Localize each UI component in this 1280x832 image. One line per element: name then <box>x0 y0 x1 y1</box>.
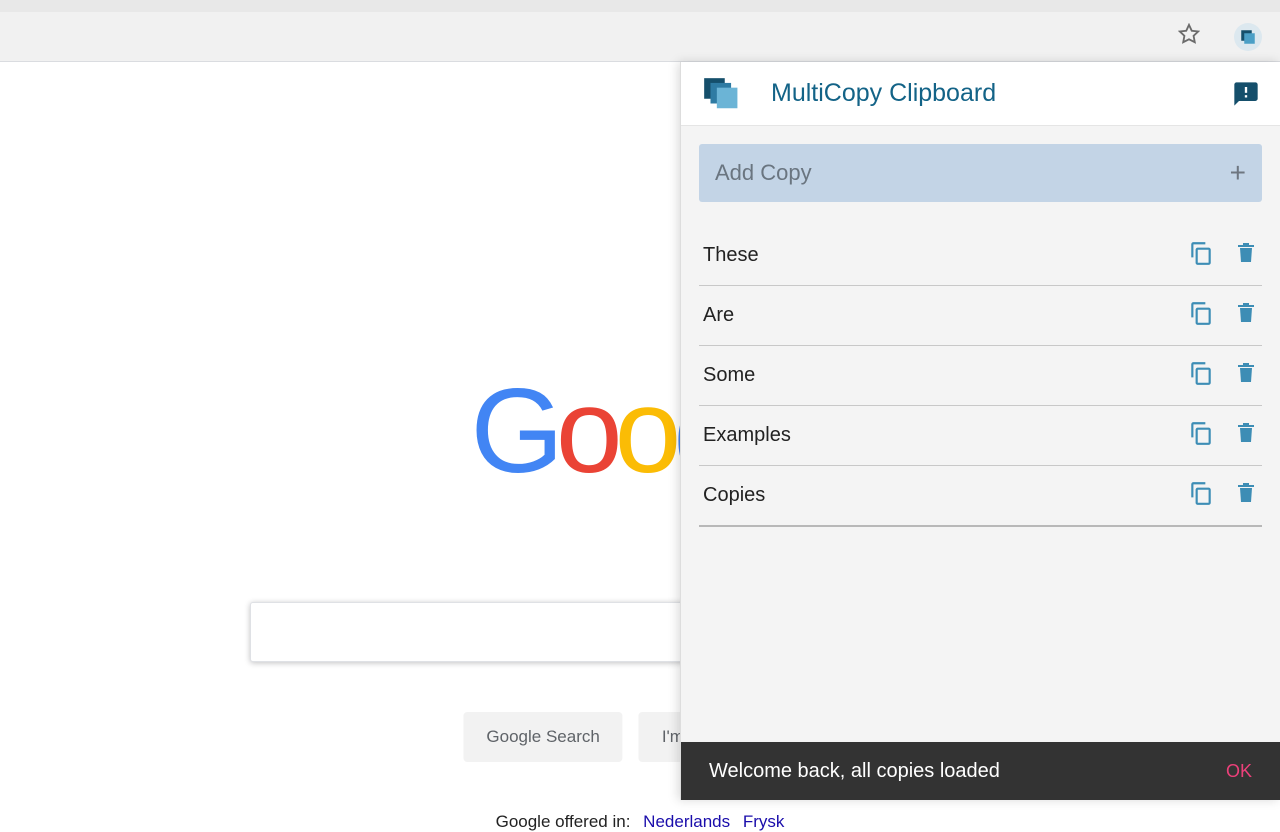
trash-icon[interactable] <box>1234 301 1258 330</box>
bookmark-star-icon[interactable] <box>1178 23 1200 50</box>
copy-icon[interactable] <box>1188 240 1214 271</box>
list-item: Are <box>699 286 1262 346</box>
extension-toolbar-icon[interactable] <box>1234 23 1262 51</box>
copy-icon[interactable] <box>1188 420 1214 451</box>
plus-icon[interactable]: + <box>1230 157 1246 189</box>
copy-text: Some <box>703 364 1188 387</box>
footer-message: Welcome back, all copies loaded <box>709 760 1226 783</box>
copy-list: These Are <box>699 226 1262 527</box>
offered-label: Google offered in: <box>496 812 631 831</box>
trash-icon[interactable] <box>1234 481 1258 510</box>
trash-icon[interactable] <box>1234 361 1258 390</box>
popup-title: MultiCopy Clipboard <box>771 79 1200 108</box>
trash-icon[interactable] <box>1234 421 1258 450</box>
multicopy-logo-icon <box>701 75 739 113</box>
list-item: Some <box>699 346 1262 406</box>
lang-link-frysk[interactable]: Frysk <box>743 812 785 831</box>
add-copy-input[interactable] <box>715 160 1230 186</box>
trash-icon[interactable] <box>1234 241 1258 270</box>
lang-link-nederlands[interactable]: Nederlands <box>643 812 730 831</box>
google-offered-in: Google offered in: Nederlands Frysk <box>496 812 785 832</box>
copy-text: Are <box>703 304 1188 327</box>
popup-body: + These Are <box>681 126 1280 742</box>
footer-ok-button[interactable]: OK <box>1226 761 1252 782</box>
browser-top-strip <box>0 0 1280 12</box>
google-search-button[interactable]: Google Search <box>463 712 622 762</box>
feedback-icon[interactable] <box>1232 80 1260 108</box>
copy-icon[interactable] <box>1188 360 1214 391</box>
multicopy-popup: MultiCopy Clipboard + These <box>680 62 1280 800</box>
copy-text: These <box>703 244 1188 267</box>
copy-icon[interactable] <box>1188 300 1214 331</box>
copy-text: Copies <box>703 484 1188 507</box>
list-item: Examples <box>699 406 1262 466</box>
popup-header: MultiCopy Clipboard <box>681 62 1280 126</box>
add-copy-row[interactable]: + <box>699 144 1262 202</box>
popup-footer: Welcome back, all copies loaded OK <box>681 742 1280 800</box>
copy-text: Examples <box>703 424 1188 447</box>
copy-icon[interactable] <box>1188 480 1214 511</box>
list-item: Copies <box>699 466 1262 527</box>
browser-address-bar <box>0 12 1280 62</box>
list-item: These <box>699 226 1262 286</box>
